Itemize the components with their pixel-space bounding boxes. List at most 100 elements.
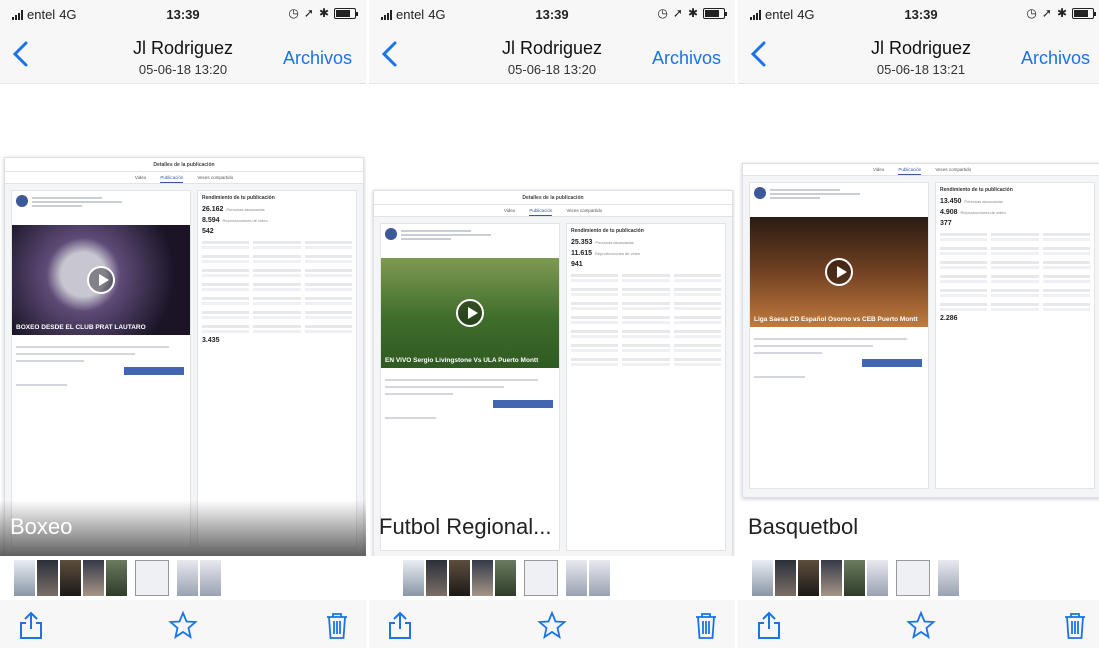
favorite-star-icon[interactable] (168, 610, 198, 640)
triptych: entel 4G 13:39 ◷ ➚ ✱ Jl Rodriguez 05-06-… (0, 0, 1099, 648)
screenshot-image: Video Publicación Veces compartido Liga … (742, 163, 1099, 498)
share-icon[interactable] (754, 610, 784, 640)
thumbnail[interactable] (403, 560, 424, 596)
stats-title: Rendimiento de tu publicación (571, 228, 644, 234)
thumbnail[interactable] (37, 560, 58, 596)
battery-icon (1072, 7, 1096, 19)
thumbnail[interactable] (106, 560, 127, 596)
photo-caption: Boxeo (10, 514, 73, 539)
battery-icon (703, 7, 727, 19)
photo-viewer[interactable]: Detalles de la publicación Video Publica… (369, 85, 735, 560)
views-value: 4.908 (940, 209, 958, 216)
reactions-value: 941 (571, 261, 583, 268)
thumbnail[interactable] (495, 560, 516, 596)
tab-publicacion: Publicación (529, 205, 553, 216)
status-bar: entel 4G 13:39 ◷ ➚ ✱ (738, 0, 1099, 26)
video-thumbnail: Liga Saesa CD Español Osorno vs CEB Puer… (750, 217, 928, 327)
tab-publicacion: Publicación (160, 172, 184, 183)
alarm-icon: ◷ (288, 6, 299, 20)
favorite-star-icon[interactable] (906, 610, 936, 640)
thumbnail[interactable] (752, 560, 773, 596)
clicks-value: 2.286 (940, 315, 958, 322)
archivos-button[interactable]: Archivos (283, 48, 352, 69)
reach-label: Personas alcanzadas (226, 207, 265, 212)
share-icon[interactable] (385, 610, 415, 640)
trash-icon[interactable] (691, 610, 721, 640)
stats-panel: Rendimiento de tu publicación 13.450 Pers… (935, 182, 1095, 489)
tab-compartido: Veces compartido (566, 208, 603, 213)
tab-compartido: Veces compartido (197, 175, 234, 180)
share-icon[interactable] (16, 610, 46, 640)
thumbnail-selected[interactable] (896, 560, 930, 596)
thumbnail[interactable] (566, 560, 587, 596)
phone-screen-boxeo: entel 4G 13:39 ◷ ➚ ✱ Jl Rodriguez 05-06-… (0, 0, 366, 648)
nav-bar: Jl Rodriguez 05-06-18 13:21 Archivos (738, 26, 1099, 84)
alarm-icon: ◷ (657, 6, 668, 20)
thumbnail[interactable] (589, 560, 610, 596)
battery-icon (334, 7, 358, 19)
tab-video: Video (872, 167, 885, 172)
post-preview: EN VIVO Sergio Livingstone Vs ULA Puerto… (380, 223, 560, 551)
reach-label: Personas alcanzadas (595, 240, 634, 245)
thumbnail[interactable] (60, 560, 81, 596)
video-caption: Liga Saesa CD Español Osorno vs CEB Puer… (754, 316, 918, 323)
location-icon: ➚ (672, 6, 683, 20)
archivos-button[interactable]: Archivos (652, 48, 721, 69)
bluetooth-icon: ✱ (687, 6, 698, 20)
location-icon: ➚ (1041, 6, 1052, 20)
tab-video: Video (503, 208, 516, 213)
views-value: 8.594 (202, 217, 220, 224)
nav-bar: Jl Rodriguez 05-06-18 13:20 Archivos (369, 26, 735, 84)
thumbnail[interactable] (14, 560, 35, 596)
thumbnail-strip[interactable] (738, 556, 1099, 600)
video-caption: BOXEO DESDE EL CLUB PRAT LAUTARO (16, 324, 146, 331)
dialog-title: Detalles de la publicación (374, 191, 732, 205)
play-icon (456, 299, 484, 327)
alarm-icon: ◷ (1026, 6, 1037, 20)
bottom-toolbar (738, 600, 1099, 648)
thumbnail-strip[interactable] (0, 556, 366, 600)
photo-viewer[interactable]: Video Publicación Veces compartido Liga … (738, 85, 1099, 555)
thumbnail[interactable] (938, 560, 959, 596)
trash-icon[interactable] (1060, 610, 1090, 640)
thumbnail[interactable] (449, 560, 470, 596)
video-thumbnail: BOXEO DESDE EL CLUB PRAT LAUTARO (12, 225, 190, 335)
thumbnail[interactable] (798, 560, 819, 596)
thumbnail[interactable] (844, 560, 865, 596)
thumbnail[interactable] (426, 560, 447, 596)
reach-value: 13.450 (940, 198, 962, 205)
stats-title: Rendimiento de tu publicación (202, 195, 275, 201)
views-label: Reproducciones de video (960, 210, 1006, 215)
photo-caption: Basquetbol (748, 514, 859, 539)
reactions-value: 377 (940, 220, 952, 227)
bluetooth-icon: ✱ (318, 6, 329, 20)
post-preview: BOXEO DESDE EL CLUB PRAT LAUTARO (11, 190, 191, 548)
video-thumbnail: EN VIVO Sergio Livingstone Vs ULA Puerto… (381, 258, 559, 368)
play-icon (87, 266, 115, 294)
thumbnail[interactable] (472, 560, 493, 596)
stats-panel: Rendimiento de tu publicación 25.353 Pers… (566, 223, 726, 551)
thumbnail[interactable] (821, 560, 842, 596)
stats-panel: Rendimiento de tu publicación 26.162 Pers… (197, 190, 357, 548)
thumbnail[interactable] (200, 560, 221, 596)
video-caption: EN VIVO Sergio Livingstone Vs ULA Puerto… (385, 357, 539, 364)
post-preview: Liga Saesa CD Español Osorno vs CEB Puer… (749, 182, 929, 489)
phone-screen-futbol: entel 4G 13:39 ◷ ➚ ✱ Jl Rodriguez 05-06-… (369, 0, 735, 648)
thumbnail-selected[interactable] (524, 560, 558, 596)
archivos-button[interactable]: Archivos (1021, 48, 1090, 69)
thumbnail[interactable] (83, 560, 104, 596)
thumbnail[interactable] (177, 560, 198, 596)
views-label: Reproducciones de video (595, 251, 641, 256)
tab-compartido: Veces compartido (935, 167, 972, 172)
screenshot-image: Detalles de la publicación Video Publica… (373, 190, 733, 560)
thumbnail-strip[interactable] (369, 556, 735, 600)
favorite-star-icon[interactable] (537, 610, 567, 640)
photo-viewer[interactable]: Detalles de la publicación Video Publica… (0, 85, 366, 557)
trash-icon[interactable] (322, 610, 352, 640)
thumbnail[interactable] (867, 560, 888, 596)
thumbnail-selected[interactable] (135, 560, 169, 596)
thumbnail[interactable] (775, 560, 796, 596)
nav-bar: Jl Rodriguez 05-06-18 13:20 Archivos (0, 26, 366, 84)
status-bar: entel 4G 13:39 ◷ ➚ ✱ (0, 0, 366, 26)
clicks-value: 3.435 (202, 337, 220, 344)
